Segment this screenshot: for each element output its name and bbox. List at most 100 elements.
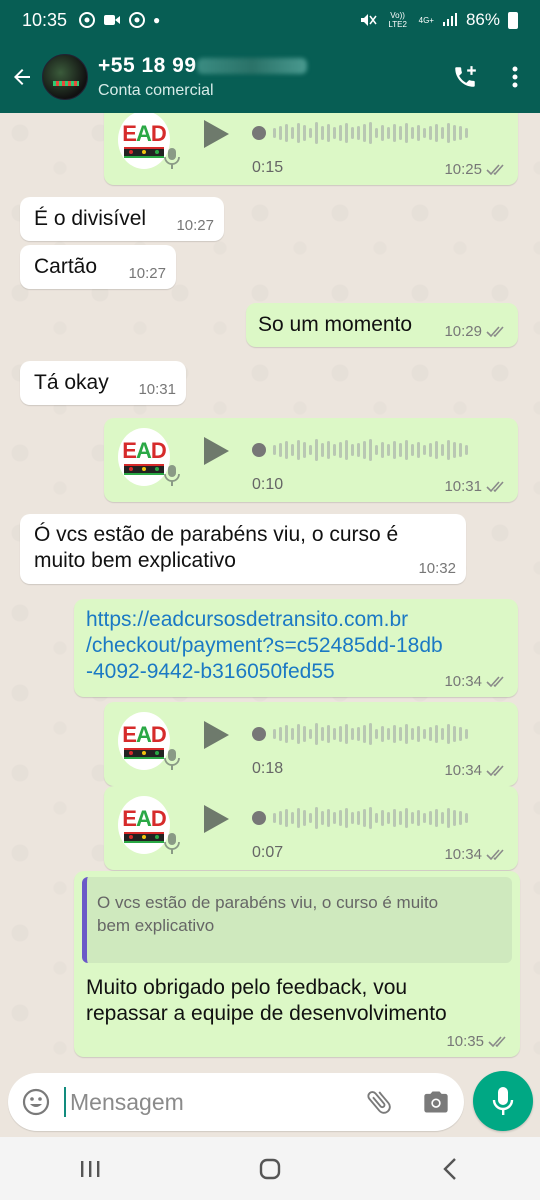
chat-area[interactable]: EAD 0:15 10:25 É o divisível 10:27 Cartão … bbox=[0, 113, 540, 1071]
waveform-bar bbox=[399, 727, 402, 741]
waveform-bar bbox=[339, 125, 342, 141]
waveform-bar bbox=[345, 123, 348, 143]
avatar[interactable] bbox=[42, 53, 88, 100]
message-time: 10:35 bbox=[446, 1033, 510, 1050]
home-button[interactable] bbox=[240, 1149, 300, 1189]
more-options-button[interactable] bbox=[490, 40, 540, 113]
message-bubble-outgoing[interactable]: So um momento 10:29 bbox=[246, 303, 518, 347]
waveform-bar bbox=[411, 812, 414, 824]
payment-link[interactable]: https://eadcursosdetransito.com.br /chec… bbox=[86, 607, 443, 685]
message-time: 10:34 bbox=[444, 846, 508, 863]
waveform-bar bbox=[375, 729, 378, 739]
waveform-bar bbox=[321, 811, 324, 825]
playhead[interactable] bbox=[252, 811, 266, 825]
waveform-bar bbox=[279, 443, 282, 457]
waveform-bar bbox=[399, 443, 402, 457]
contact-info[interactable]: +55 18 99 Conta comercial bbox=[98, 54, 440, 100]
status-notification-icons: ● bbox=[79, 12, 160, 28]
waveform-bar bbox=[285, 441, 288, 459]
waveform-bar bbox=[327, 725, 330, 743]
waveform-bar bbox=[285, 809, 288, 827]
play-icon[interactable] bbox=[202, 720, 230, 750]
message-bubble-incoming[interactable]: Cartão 10:27 bbox=[20, 245, 176, 289]
waveform-bar bbox=[393, 725, 396, 743]
camera-icon[interactable] bbox=[422, 1088, 450, 1116]
message-line: repassar a equipe de desenvolvimento bbox=[86, 1002, 447, 1025]
message-bubble-outgoing[interactable]: https://eadcursosdetransito.com.br /chec… bbox=[74, 599, 518, 697]
voice-waveform[interactable] bbox=[252, 718, 508, 750]
waveform-bar bbox=[351, 812, 354, 824]
voice-message[interactable]: EAD 0:07 10:34 bbox=[104, 786, 518, 870]
back-arrow-icon bbox=[14, 68, 30, 85]
waveform-bar bbox=[441, 728, 444, 740]
play-icon[interactable] bbox=[202, 436, 230, 466]
double-check-icon bbox=[486, 480, 504, 492]
waveform-bar bbox=[345, 440, 348, 460]
contact-subtitle: Conta comercial bbox=[98, 81, 214, 99]
contact-name-text: +55 18 99 bbox=[98, 53, 197, 77]
voice-message[interactable]: EAD 0:18 10:34 bbox=[104, 702, 518, 786]
message-bubble-outgoing[interactable]: O vcs estão de parabéns viu, o curso é m… bbox=[74, 871, 520, 1057]
voice-waveform[interactable] bbox=[252, 117, 508, 149]
waveform-bar bbox=[375, 128, 378, 138]
mic-icon bbox=[492, 1087, 514, 1115]
home-icon bbox=[259, 1158, 281, 1179]
message-input[interactable] bbox=[64, 1087, 354, 1117]
back-nav-button[interactable] bbox=[420, 1149, 480, 1189]
message-bubble-incoming[interactable]: Ó vcs estão de parabéns viu, o curso é m… bbox=[20, 514, 466, 584]
waveform-bar bbox=[453, 125, 456, 141]
message-bubble-incoming[interactable]: Tá okay 10:31 bbox=[20, 361, 186, 405]
back-button[interactable] bbox=[2, 40, 42, 113]
message-time: 10:34 bbox=[444, 762, 508, 779]
waveform-bar bbox=[417, 125, 420, 141]
chrome-icon bbox=[79, 12, 96, 28]
voice-waveform[interactable] bbox=[252, 434, 508, 466]
waveform-bar bbox=[303, 810, 306, 826]
waveform-bar bbox=[333, 444, 336, 456]
message-bubble-incoming[interactable]: É o divisível 10:27 bbox=[20, 197, 224, 241]
emoji-icon[interactable] bbox=[22, 1088, 50, 1116]
message-time: 10:32 bbox=[418, 560, 456, 577]
play-icon[interactable] bbox=[202, 119, 230, 149]
message-text: Ó vcs estão de parabéns viu, o curso é m… bbox=[34, 522, 398, 574]
attach-icon[interactable] bbox=[364, 1087, 394, 1117]
voice-message[interactable]: EAD 0:15 10:25 bbox=[104, 113, 518, 185]
status-time: 10:35 bbox=[22, 9, 68, 30]
quoted-message[interactable]: O vcs estão de parabéns viu, o curso é m… bbox=[82, 877, 512, 963]
waveform-bar bbox=[405, 123, 408, 143]
voice-message[interactable]: EAD 0:10 10:31 bbox=[104, 418, 518, 502]
chrome-icon bbox=[129, 12, 146, 28]
voice-waveform[interactable] bbox=[252, 802, 508, 834]
recent-apps-button[interactable] bbox=[60, 1149, 120, 1189]
waveform-bar bbox=[381, 125, 384, 141]
waveform-bar bbox=[405, 808, 408, 828]
waveform-bar bbox=[339, 726, 342, 742]
message-text: So um momento bbox=[258, 313, 413, 336]
chat-header: +55 18 99 Conta comercial bbox=[0, 40, 540, 113]
waveform-bar bbox=[447, 123, 450, 143]
waveform-bar bbox=[279, 126, 282, 140]
waveform-bar bbox=[345, 724, 348, 744]
quote-line: bem explicativo bbox=[97, 916, 215, 935]
add-call-button[interactable] bbox=[440, 40, 490, 113]
waveform-bar bbox=[357, 443, 360, 457]
waveform-bar bbox=[351, 728, 354, 740]
waveform-bar bbox=[297, 724, 300, 744]
voice-duration: 0:10 bbox=[252, 476, 284, 493]
waveform-bar bbox=[405, 440, 408, 460]
battery-icon bbox=[508, 11, 518, 29]
waveform-bar bbox=[339, 810, 342, 826]
playhead[interactable] bbox=[252, 126, 266, 140]
playhead[interactable] bbox=[252, 727, 266, 741]
voice-record-button[interactable] bbox=[473, 1071, 533, 1131]
waveform-bar bbox=[447, 808, 450, 828]
waveform-bar bbox=[465, 128, 468, 138]
waveform-bar bbox=[291, 444, 294, 456]
playhead[interactable] bbox=[252, 443, 266, 457]
waveform-bar bbox=[417, 442, 420, 458]
waveform-bar bbox=[447, 440, 450, 460]
play-icon[interactable] bbox=[202, 804, 230, 834]
waveform-bar bbox=[423, 813, 426, 823]
waveform-bar bbox=[399, 811, 402, 825]
waveform-bar bbox=[309, 445, 312, 455]
